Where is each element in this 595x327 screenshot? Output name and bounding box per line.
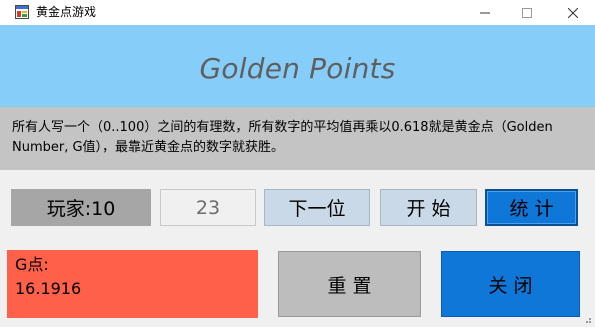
reset-button[interactable]: 重 置: [278, 251, 421, 317]
rules-panel: 所有人写一个（0..100）之间的有理数，所有数字的平均值再乘以0.618就是黄…: [0, 107, 595, 170]
maximize-button[interactable]: [504, 0, 549, 25]
resize-grip-icon[interactable]: [580, 318, 592, 324]
header-banner: Golden Points: [0, 25, 595, 107]
window-title: 黄金点游戏: [36, 5, 97, 19]
rules-text: 所有人写一个（0..100）之间的有理数，所有数字的平均值再乘以0.618就是黄…: [12, 120, 553, 155]
next-player-button[interactable]: 下一位: [264, 189, 370, 226]
app-window-icon: [15, 5, 29, 19]
number-input[interactable]: [160, 189, 256, 226]
title-bar: 黄金点游戏: [0, 0, 595, 25]
statistics-button[interactable]: 统 计: [485, 189, 578, 226]
close-icon: [567, 7, 578, 18]
close-button[interactable]: 关 闭: [441, 251, 580, 317]
player-count-label: 玩家:10: [11, 189, 151, 226]
minimize-icon: [479, 12, 490, 13]
close-window-button[interactable]: [550, 0, 595, 25]
maximize-icon: [521, 7, 532, 18]
start-button[interactable]: 开 始: [380, 189, 477, 226]
g-point-label: G点:: [15, 255, 49, 274]
g-point-value: 16.1916: [15, 279, 82, 298]
minimize-button[interactable]: [462, 0, 507, 25]
g-point-panel: G点: 16.1916: [7, 250, 258, 318]
game-title: Golden Points: [199, 52, 396, 85]
